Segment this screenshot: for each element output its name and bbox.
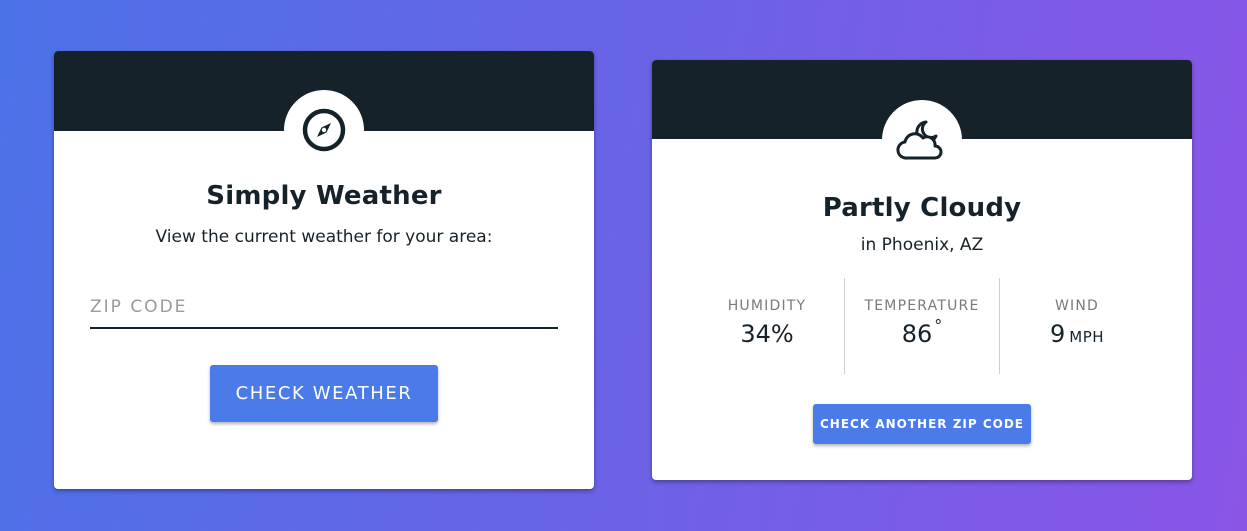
weather-icon-badge (882, 100, 962, 180)
temperature-value: 86 ° (845, 316, 999, 348)
weather-location: in Phoenix, AZ (860, 235, 984, 255)
check-weather-button[interactable]: CHECK WEATHER (210, 365, 438, 422)
wind-stat: WIND 9 MPH (999, 278, 1154, 374)
humidity-label: HUMIDITY (727, 298, 807, 314)
temperature-number: 86 (901, 320, 933, 348)
compass-icon (302, 108, 346, 152)
weather-condition: Partly Cloudy (822, 193, 1022, 223)
wind-number: 9 (1049, 320, 1066, 348)
wind-label: WIND (1054, 298, 1100, 314)
app-subtitle: View the current weather for your area: (155, 227, 493, 247)
degree-symbol: ° (934, 316, 943, 335)
temperature-stat: TEMPERATURE 86 ° (844, 278, 999, 374)
wind-unit: MPH (1069, 328, 1105, 346)
check-another-zip-button[interactable]: CHECK ANOTHER ZIP CODE (813, 404, 1031, 444)
wind-value: 9 MPH (1000, 320, 1154, 348)
result-card: Partly Cloudy in Phoenix, AZ HUMIDITY 34… (652, 60, 1192, 480)
humidity-value: 34% (690, 320, 844, 348)
search-card: Simply Weather View the current weather … (54, 51, 594, 489)
app-title: Simply Weather (206, 181, 442, 211)
zip-code-input[interactable] (90, 281, 558, 329)
humidity-stat: HUMIDITY 34% (690, 278, 844, 374)
compass-icon-badge (284, 90, 364, 170)
cloud-moon-icon (896, 120, 943, 160)
humidity-number: 34% (740, 320, 794, 348)
temperature-label: TEMPERATURE (864, 298, 980, 314)
weather-stats: HUMIDITY 34% TEMPERATURE 86 ° WIND 9 MPH (690, 278, 1154, 374)
